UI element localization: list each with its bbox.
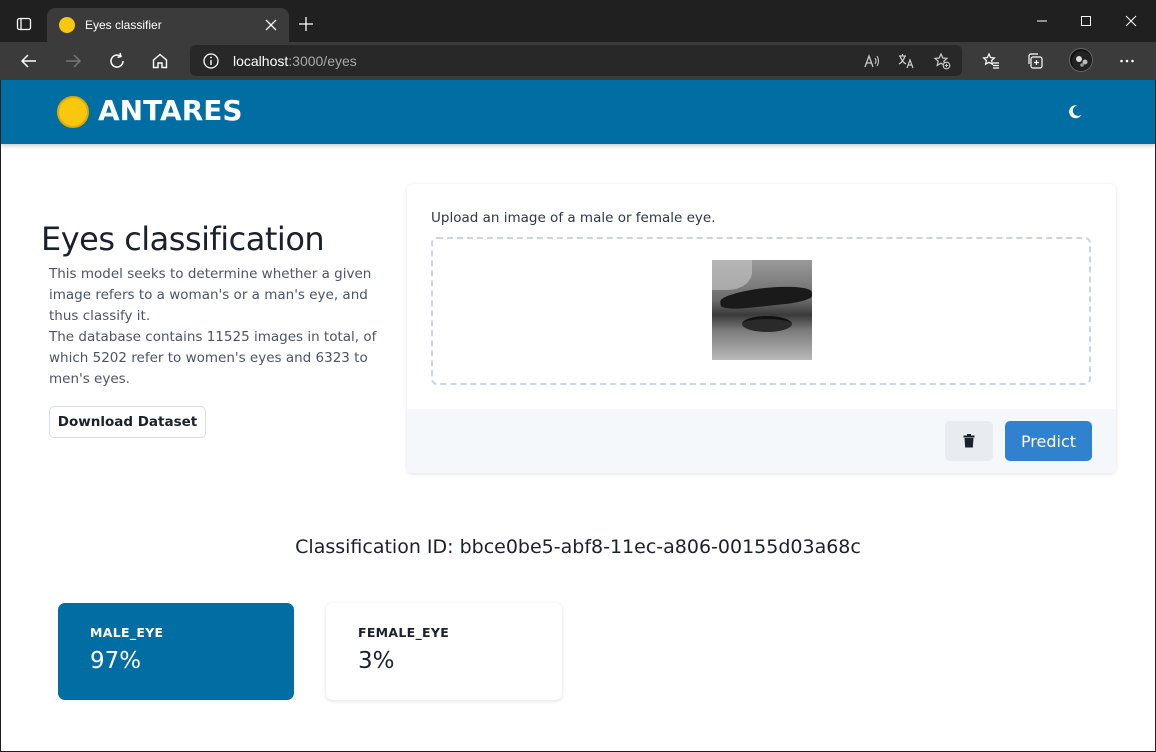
classification-id: Classification ID: bbce0be5-abf8-11ec-a8…: [1, 536, 1155, 558]
image-dropzone[interactable]: [431, 237, 1091, 385]
result-class-name: FEMALE_EYE: [358, 625, 450, 640]
browser-toolbar: localhost:3000/eyes: [0, 42, 1156, 80]
dark-mode-toggle-moon-icon[interactable]: [1063, 100, 1087, 124]
download-dataset-button[interactable]: Download Dataset: [49, 406, 206, 438]
translate-icon[interactable]: [895, 50, 917, 72]
url-host: localhost: [233, 53, 289, 69]
site-info-icon[interactable]: [202, 52, 220, 70]
trash-icon: [963, 434, 975, 448]
page-title: Eyes classification: [41, 220, 325, 258]
result-probability: 97%: [90, 648, 142, 674]
predict-button[interactable]: Predict: [1005, 421, 1092, 461]
url-path: :3000/eyes: [288, 53, 357, 69]
delete-image-button[interactable]: [945, 421, 993, 461]
description-paragraph: The database contains 11525 images in to…: [49, 329, 377, 387]
app-header: ANTARES: [1, 80, 1155, 144]
favicon-icon: [59, 17, 75, 33]
add-favorite-icon[interactable]: [931, 50, 953, 72]
minimize-icon[interactable]: [1027, 8, 1057, 34]
close-window-icon[interactable]: [1116, 8, 1146, 34]
back-icon[interactable]: [15, 47, 43, 75]
home-icon[interactable]: [146, 47, 174, 75]
browser-titlebar: Eyes classifier: [0, 0, 1156, 42]
upload-card: Upload an image of a male or female eye.…: [407, 184, 1116, 473]
upload-label: Upload an image of a male or female eye.: [431, 210, 716, 226]
brand-name[interactable]: ANTARES: [98, 94, 243, 127]
profile-avatar[interactable]: [1069, 48, 1093, 72]
classification-id-label: Classification ID: bbce0be5-abf8-11ec-a8…: [295, 536, 861, 558]
browser-tab[interactable]: Eyes classifier: [47, 8, 289, 42]
collections-icon[interactable]: [1023, 49, 1047, 73]
tab-actions-icon[interactable]: [10, 10, 38, 38]
close-tab-icon[interactable]: [259, 13, 283, 37]
read-aloud-icon[interactable]: [861, 50, 883, 72]
url-text[interactable]: localhost:3000/eyes: [233, 53, 357, 69]
favorites-icon[interactable]: [979, 49, 1003, 73]
refresh-icon[interactable]: [103, 47, 131, 75]
uploaded-eye-image-preview: [712, 260, 812, 360]
page-content: ANTARES Eyes classification This model s…: [1, 80, 1155, 751]
address-bar[interactable]: localhost:3000/eyes: [190, 45, 962, 76]
logo-icon: [57, 96, 89, 128]
model-description: This model seeks to determine whether a …: [49, 264, 389, 390]
maximize-icon[interactable]: [1071, 8, 1101, 34]
tab-title: Eyes classifier: [85, 18, 162, 32]
description-paragraph: This model seeks to determine whether a …: [49, 266, 372, 324]
forward-icon[interactable]: [59, 47, 87, 75]
upload-card-footer: Predict: [407, 409, 1116, 473]
new-tab-icon[interactable]: [294, 12, 318, 36]
result-card-female-eye: FEMALE_EYE 3%: [326, 603, 562, 700]
result-card-male-eye: MALE_EYE 97%: [58, 603, 294, 700]
more-options-icon[interactable]: [1115, 49, 1139, 73]
result-class-name: MALE_EYE: [90, 625, 164, 640]
result-probability: 3%: [358, 648, 395, 674]
